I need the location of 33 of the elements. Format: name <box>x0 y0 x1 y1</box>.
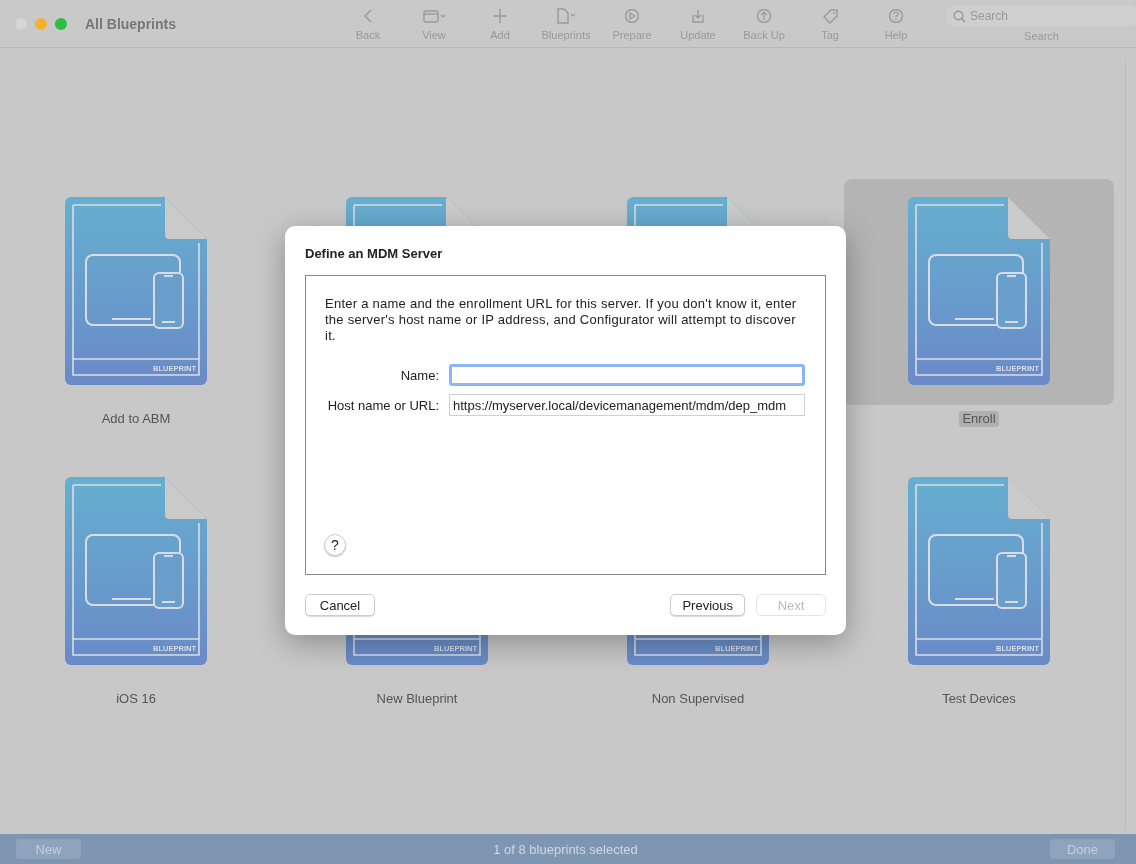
search-icon <box>953 9 966 23</box>
play-icon <box>625 9 639 23</box>
input-field[interactable] <box>449 364 805 386</box>
blueprint-document-icon <box>908 197 1050 385</box>
help-icon <box>889 9 903 23</box>
description-text: Enter a name and the enrollment URL for this server. If you don't know it, enter the server's host name or IP address, and Configurator will attempt to discover it. <box>325 296 798 344</box>
tag-icon <box>822 8 838 24</box>
blueprint-name: New Blueprint <box>375 691 459 707</box>
blueprint-document-icon <box>908 477 1050 665</box>
download-icon <box>692 9 704 23</box>
dialog-button[interactable]: Cancel <box>305 594 375 616</box>
back-icon <box>364 9 372 23</box>
window-title: All Blueprints <box>85 15 177 32</box>
help-button[interactable]: ? <box>324 534 346 556</box>
window-icon <box>422 9 446 23</box>
blueprint-name: Non Supervised <box>650 691 746 707</box>
field-label: Host name or URL: <box>326 397 439 413</box>
blueprint-document-icon <box>65 477 207 665</box>
plus-icon <box>492 8 508 24</box>
input-field[interactable]: https://myserver.local/devicemanagement/mdm/dep_mdm <box>449 394 805 416</box>
dialog-title: Define an MDM Server <box>305 246 444 263</box>
blueprint-name: Enroll <box>959 411 999 427</box>
status-text: 1 of 8 blueprints selected <box>493 841 638 857</box>
document-icon <box>556 8 576 24</box>
blueprint-name: Test Devices <box>941 691 1017 707</box>
zoom-button[interactable] <box>55 17 67 30</box>
field-label: Name: <box>399 367 439 383</box>
minimize-button[interactable] <box>35 17 47 30</box>
blueprint-document-icon <box>65 197 207 385</box>
blueprint-name: Add to ABM <box>100 411 172 427</box>
blueprint-name: iOS 16 <box>115 691 157 707</box>
upload-icon <box>757 9 771 23</box>
dialog-button[interactable]: Previous <box>670 594 745 616</box>
